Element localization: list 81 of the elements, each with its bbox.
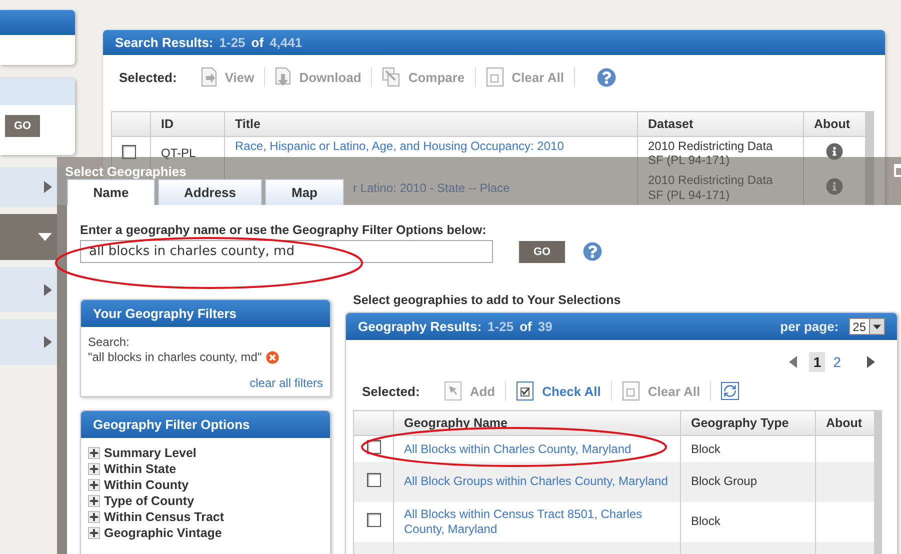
filter-option[interactable]: Within County xyxy=(104,478,189,492)
search-label: Search: xyxy=(88,335,130,349)
search-prompt: Enter a geography name or use the Geography Filter Options below: xyxy=(80,223,488,237)
checkbox-icon xyxy=(486,67,504,87)
table-cell: Block Group xyxy=(691,474,758,488)
next-icon[interactable] xyxy=(867,356,875,368)
result-total: 39 xyxy=(538,319,552,334)
filter-option[interactable]: Within Census Tract xyxy=(104,510,224,524)
help-icon[interactable] xyxy=(596,68,616,86)
result-range: 1-25 xyxy=(488,319,514,334)
table-cell: 2010 Redistricting Data SF (PL 94-171) xyxy=(648,173,773,202)
page-link[interactable]: 1 xyxy=(809,352,826,372)
per-page-label: per page: xyxy=(780,319,839,334)
filter-option[interactable]: Within State xyxy=(104,462,176,476)
row-checkbox[interactable] xyxy=(122,144,136,159)
panel-title: Search Results: xyxy=(115,35,214,50)
go-button[interactable]: GO xyxy=(5,115,40,137)
per-page-select[interactable]: 25 xyxy=(848,318,885,335)
expand-icon[interactable] xyxy=(88,479,100,491)
filter-option[interactable]: Geographic Vintage xyxy=(104,526,222,540)
checkbox-icon xyxy=(622,381,640,401)
page-link[interactable]: 2 xyxy=(829,352,845,372)
expand-icon[interactable] xyxy=(88,511,100,523)
expand-icon[interactable] xyxy=(88,527,100,539)
caret-right-icon[interactable] xyxy=(43,284,53,296)
column-header[interactable]: Dataset xyxy=(638,112,804,136)
scrollbar[interactable] xyxy=(875,410,882,554)
search-filter: "all blocks in charles county, md" xyxy=(88,350,262,364)
previous-icon[interactable] xyxy=(789,356,798,368)
panel-title: Geography Results: xyxy=(358,319,482,334)
row-checkbox[interactable] xyxy=(366,472,380,487)
panel-title: Your Geography Filters xyxy=(93,306,237,321)
of-label: of xyxy=(251,35,264,50)
table-cell: QT-PL xyxy=(161,146,196,160)
filter-option[interactable]: Type of County xyxy=(104,494,194,508)
column-header[interactable]: About xyxy=(816,410,874,436)
expand-icon[interactable] xyxy=(88,463,100,475)
document-arrow-icon xyxy=(200,67,217,87)
row-checkbox[interactable] xyxy=(366,512,380,527)
geography-link[interactable]: All Blocks within Census Tract 8501, Charles County, Maryland xyxy=(404,507,670,536)
column-header[interactable]: ID xyxy=(150,112,224,136)
cursor-icon xyxy=(444,381,462,401)
selected-label: Selected: xyxy=(119,70,177,84)
check-action[interactable]: Check All xyxy=(516,381,612,401)
column-header[interactable]: Geography Name xyxy=(394,410,680,436)
table-cell: Block xyxy=(691,442,720,456)
info-icon[interactable] xyxy=(826,143,843,160)
result-total: 4,441 xyxy=(270,35,302,50)
checkbox-icon xyxy=(516,381,534,401)
scrollbar[interactable] xyxy=(866,111,874,206)
filter-option[interactable]: Summary Level xyxy=(104,446,196,460)
table-cell: Block xyxy=(691,514,720,528)
title-link[interactable]: Race, Hispanic or Latino, Age, and Housing Occupancy: 2010 xyxy=(235,139,564,153)
caret-right-icon[interactable] xyxy=(43,336,53,348)
results-heading: Select geographies to add to Your Selections xyxy=(353,293,622,307)
help-icon[interactable] xyxy=(583,242,602,261)
dropdown-icon[interactable] xyxy=(873,322,881,330)
caret-down-icon[interactable] xyxy=(37,233,53,241)
download-icon xyxy=(275,67,292,87)
of-label: of xyxy=(520,319,532,334)
result-range: 1-25 xyxy=(219,35,246,50)
tab[interactable]: Address xyxy=(158,179,262,205)
geography-link[interactable]: All Blocks within Charles County, Maryland xyxy=(404,442,670,456)
expand-icon[interactable] xyxy=(88,495,100,507)
column-header[interactable]: About xyxy=(804,112,866,136)
table-cell: 2010 Redistricting Data SF (PL 94-171) xyxy=(648,139,773,168)
clear-filters-link[interactable]: clear all filters xyxy=(250,376,323,390)
selected-label: Selected: xyxy=(362,384,420,398)
expand-icon[interactable] xyxy=(88,447,100,459)
refresh-icon[interactable] xyxy=(721,382,740,400)
column-header[interactable]: Title xyxy=(224,112,638,136)
compare-icon xyxy=(382,67,400,87)
panel-title: Geography Filter Options xyxy=(93,417,250,432)
tab[interactable]: Name xyxy=(67,179,155,205)
caret-right-icon[interactable] xyxy=(43,181,53,193)
info-icon[interactable] xyxy=(826,178,843,195)
dialog-title: Select Geographies xyxy=(65,164,186,179)
tab[interactable]: Map xyxy=(265,179,344,205)
remove-icon[interactable] xyxy=(266,350,279,364)
go-button[interactable]: GO xyxy=(519,240,565,262)
column-header[interactable]: Geography Type xyxy=(680,410,816,436)
